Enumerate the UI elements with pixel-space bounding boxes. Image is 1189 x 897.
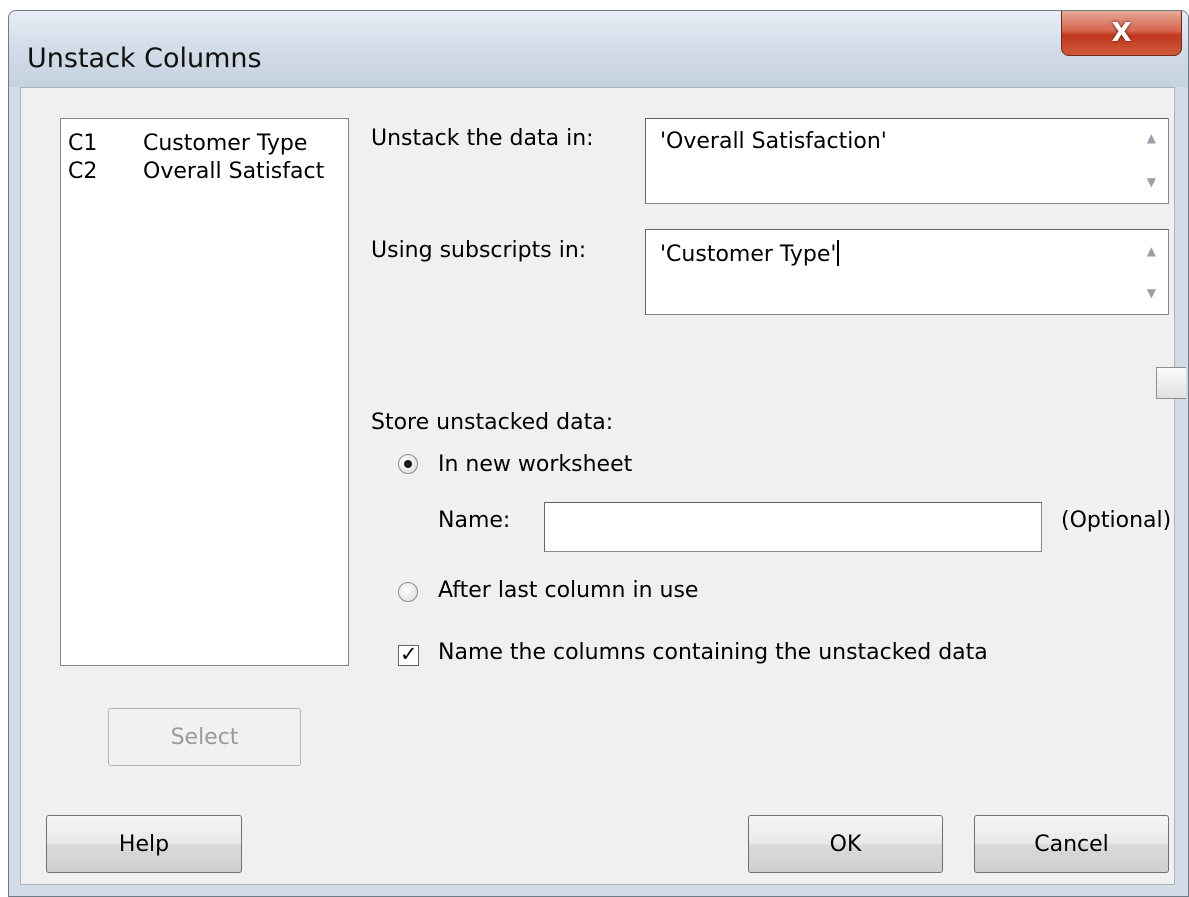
scroll-down-arrow-icon[interactable]: ▼ (1147, 286, 1156, 300)
unstack-data-value: 'Overall Satisfaction' (660, 129, 887, 154)
after-last-column-radio[interactable] (398, 582, 418, 602)
unstack-data-field[interactable]: 'Overall Satisfaction' ▲ ▼ (645, 118, 1169, 204)
close-button[interactable]: X (1061, 11, 1182, 56)
dialog-body: C1 Customer Type C2 Overall Satisfact Un… (20, 87, 1175, 885)
name-label: Name: (438, 508, 511, 533)
unstack-data-label: Unstack the data in: (371, 126, 594, 151)
cancel-button[interactable]: Cancel (974, 815, 1169, 873)
check-icon: ✓ (400, 642, 418, 666)
column-name: Overall Satisfact (143, 159, 325, 184)
scroll-up-arrow-icon[interactable]: ▲ (1147, 131, 1156, 145)
subscripts-value: 'Customer Type' (660, 240, 840, 267)
store-label: Store unstacked data: (371, 410, 614, 435)
unstack-columns-dialog: Unstack Columns X C1 Customer Type C2 Ov… (8, 10, 1189, 897)
title-bar[interactable]: Unstack Columns X (9, 11, 1188, 87)
column-name: Customer Type (143, 131, 308, 156)
help-button[interactable]: Help (46, 815, 242, 873)
radio-selected-dot (404, 460, 412, 468)
column-id: C1 (68, 131, 98, 156)
close-icon: X (1111, 18, 1132, 48)
after-last-column-label[interactable]: After last column in use (438, 578, 698, 603)
resize-handle[interactable] (1156, 367, 1186, 399)
column-id: C2 (68, 159, 98, 184)
variables-listbox[interactable]: C1 Customer Type C2 Overall Satisfact (60, 118, 349, 666)
name-columns-label[interactable]: Name the columns containing the unstacke… (438, 640, 988, 665)
new-worksheet-label[interactable]: In new worksheet (438, 452, 632, 477)
text-caret (837, 240, 840, 266)
scroll-up-arrow-icon[interactable]: ▲ (1147, 244, 1156, 258)
select-button[interactable]: Select (108, 708, 301, 766)
scroll-down-arrow-icon[interactable]: ▼ (1147, 175, 1156, 189)
subscripts-label: Using subscripts in: (371, 238, 587, 263)
dialog-title: Unstack Columns (27, 43, 262, 74)
worksheet-name-input[interactable] (544, 502, 1042, 552)
subscripts-field[interactable]: 'Customer Type' ▲ ▼ (645, 229, 1169, 315)
ok-button[interactable]: OK (748, 815, 943, 873)
optional-label: (Optional) (1061, 508, 1172, 533)
name-columns-checkbox[interactable]: ✓ (398, 642, 419, 666)
new-worksheet-radio[interactable] (398, 454, 418, 474)
